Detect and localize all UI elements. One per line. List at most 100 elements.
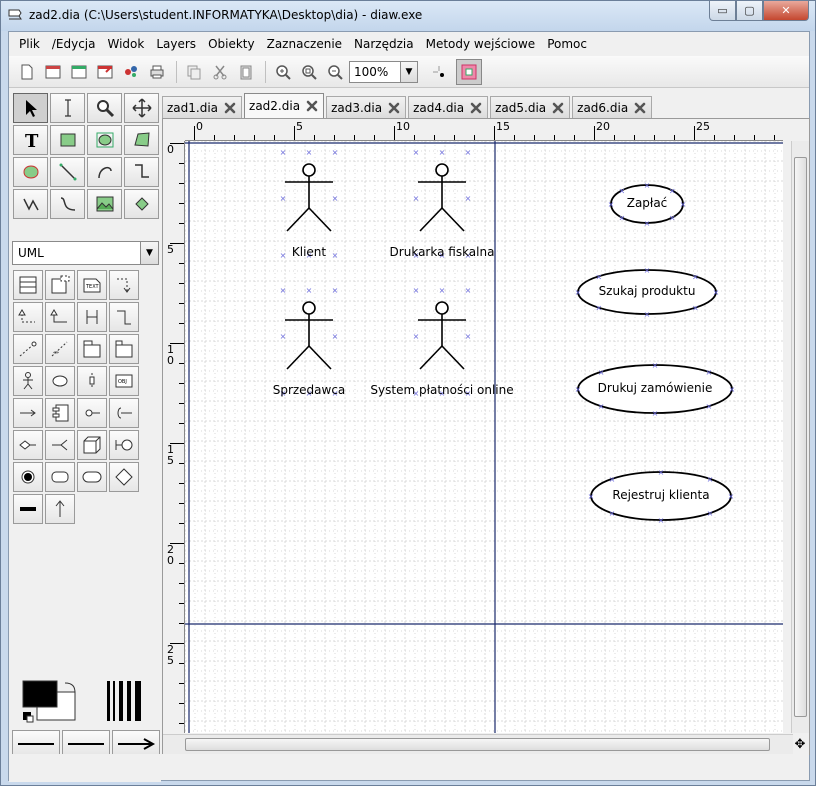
uml-activity-shape[interactable] [77,462,107,492]
title-bar[interactable]: zad2.dia (C:\Users\student.INFORMATYKA\D… [1,1,815,31]
print-button[interactable] [145,60,169,84]
navigator-button[interactable]: ✥ [791,734,809,754]
zoom-out-button[interactable] [323,60,347,84]
uml-package-shape[interactable] [77,334,107,364]
zoom-in-button[interactable] [271,60,295,84]
arc-tool[interactable] [87,157,122,187]
outline-tool[interactable] [124,189,159,219]
text-edit-tool[interactable] [50,93,85,123]
uml-provided-interface-shape[interactable] [45,430,75,460]
close-button[interactable]: ✕ [763,1,809,21]
component-icon [52,404,69,422]
uml-message-shape[interactable] [13,398,43,428]
object-snap-toggle[interactable] [456,58,482,85]
uml-note-shape[interactable]: TEXT [77,270,107,300]
tab-zad1-dia[interactable]: zad1.dia [162,96,243,118]
zoom-fit-button[interactable] [297,60,321,84]
drawing-canvas[interactable]: × × × × × × × × × × × × × × × × × × × × × × × × × × × × × × × × × × × × × × × ×… [185,141,783,733]
save-button[interactable] [93,60,117,84]
scroll-tool[interactable] [124,93,159,123]
tab-zad6-dia[interactable]: zad6.dia [572,96,653,118]
fg-bg-color-swatch[interactable] [15,679,155,729]
open-button[interactable] [67,60,91,84]
uml-dependency-shape[interactable] [109,270,139,300]
tab-zad4-dia[interactable]: zad4.dia [408,96,489,118]
tab-zad3-dia[interactable]: zad3.dia [326,96,407,118]
modify-tool[interactable] [13,93,48,123]
tab-zad5-dia[interactable]: zad5.dia [490,96,571,118]
new-diagram-button[interactable] [41,60,65,84]
uml-object-shape[interactable]: OBJ [109,366,139,396]
uml-association-shape[interactable] [77,302,107,332]
beziergon-tool[interactable] [13,157,48,187]
paste-button[interactable] [234,60,258,84]
uml-classicon-shape[interactable] [109,430,139,460]
zigzag-tool[interactable] [124,157,159,187]
sheet-selector[interactable]: UML ▼ [12,241,159,265]
uml-fork-shape[interactable] [13,494,43,524]
ellipse-tool[interactable] [87,125,122,155]
actor-2[interactable] [285,301,333,370]
text-tool[interactable]: T [13,125,48,155]
color-selector[interactable] [15,679,155,729]
connection-point: × [413,148,420,157]
menu-widok[interactable]: Widok [102,37,151,51]
box-tool[interactable] [50,125,85,155]
zoom-level-input[interactable]: 100% [349,60,401,83]
uml-lifeline-shape[interactable] [77,366,107,396]
new-button[interactable] [15,60,39,84]
uml-initial-state-shape[interactable] [13,462,43,492]
polyline-tool[interactable] [13,189,48,219]
vertical-scroll-thumb[interactable] [794,157,807,717]
uml-large-package-shape[interactable] [109,334,139,364]
cut-button[interactable] [208,60,232,84]
uml-state-shape[interactable] [45,462,75,492]
uml-node-shape[interactable] [77,430,107,460]
tab-close-icon[interactable] [551,101,565,115]
menu-narzedzia[interactable]: Narzędzia [348,37,420,51]
zoom-dropdown-button[interactable]: ▼ [401,60,418,83]
maximize-button[interactable]: ▢ [736,1,763,21]
menu-pomoc[interactable]: Pomoc [541,37,593,51]
tab-close-icon[interactable] [223,101,237,115]
menu-layers[interactable]: Layers [150,37,202,51]
magnify-tool[interactable] [87,93,122,123]
image-tool[interactable] [87,189,122,219]
chevron-down-icon[interactable]: ▼ [140,242,158,264]
export-button[interactable] [119,60,143,84]
uml-constraint-shape[interactable] [13,334,43,364]
horizontal-scrollbar[interactable] [163,734,793,754]
uml-component-shape[interactable] [45,398,75,428]
uml-usecase-shape[interactable] [45,366,75,396]
uml-required-interface-shape[interactable] [109,398,139,428]
copy-button[interactable] [182,60,206,84]
uml-actor-shape[interactable] [13,366,43,396]
line-tool[interactable] [50,157,85,187]
tab-close-icon[interactable] [387,101,401,115]
menu-edycja[interactable]: /Edycja [46,37,102,51]
menu-zaznaczenie[interactable]: Zaznaczenie [261,37,348,51]
snap-to-grid-toggle[interactable] [426,59,452,85]
menu-plik[interactable]: Plik [13,37,46,51]
minimize-button[interactable]: ▭ [709,1,736,21]
tab-close-icon[interactable] [633,101,647,115]
menu-metody-wejsciowe[interactable]: Metody wejściowe [420,37,542,51]
uml-smallpackage-shape[interactable]: «» [45,334,75,364]
uml-decision-shape[interactable] [109,462,139,492]
tab-close-icon[interactable] [469,101,483,115]
menu-obiekty[interactable]: Obiekty [202,37,261,51]
polygon-tool[interactable] [124,125,159,155]
uml-realizes-shape[interactable] [13,302,43,332]
horizontal-scroll-thumb[interactable] [185,738,770,751]
uml-transition-shape[interactable] [45,494,75,524]
vertical-scrollbar[interactable] [791,141,809,733]
uml-implements-shape[interactable] [109,302,139,332]
uml-interface-shape[interactable] [77,398,107,428]
uml-class-shape[interactable] [13,270,43,300]
uml-branch-shape[interactable] [13,430,43,460]
bezierline-tool[interactable] [50,189,85,219]
tab-close-icon[interactable] [305,99,319,113]
uml-template-class-shape[interactable] [45,270,75,300]
uml-generalization-shape[interactable] [45,302,75,332]
tab-zad2-dia[interactable]: zad2.dia [244,93,325,118]
